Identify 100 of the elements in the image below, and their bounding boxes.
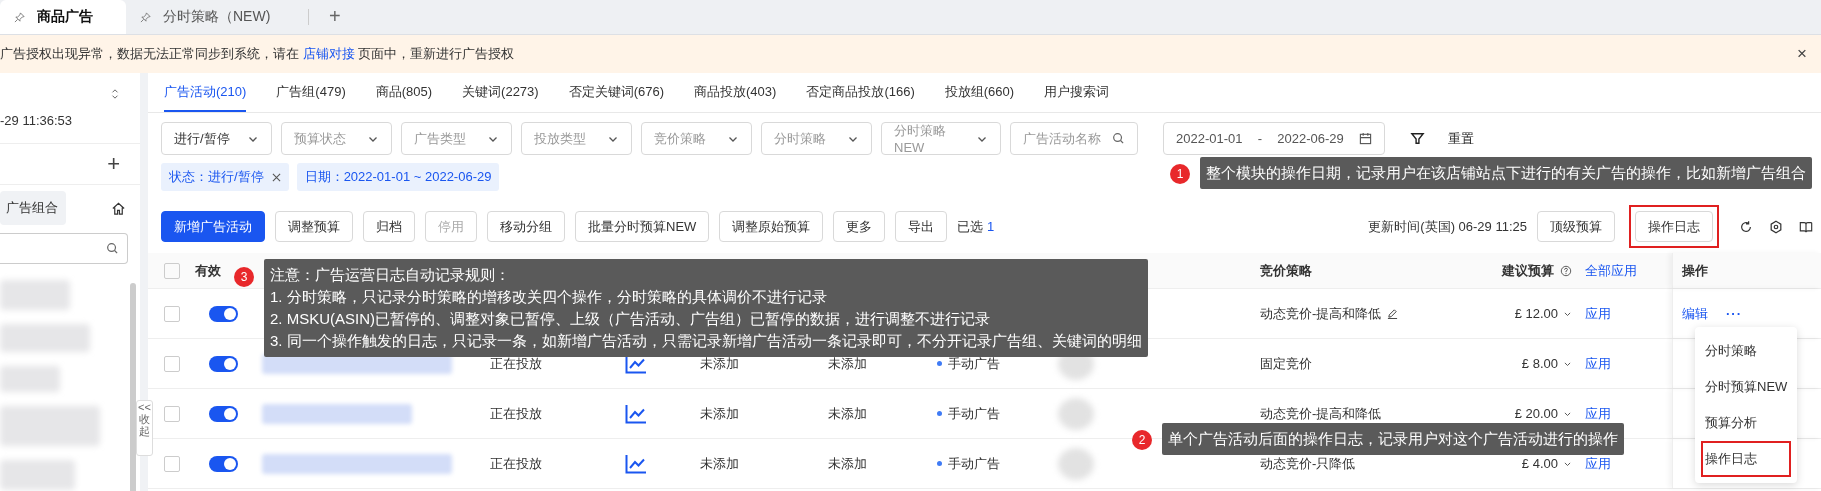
section-tab[interactable]: 商品(805)	[375, 73, 433, 112]
budget-dropdown[interactable]: £ 8.00	[1521, 356, 1572, 371]
budget-dropdown[interactable]: £ 4.00	[1521, 456, 1572, 471]
toggle-switch[interactable]	[209, 355, 238, 372]
callout-text: 单个广告活动后面的操作日志，记录用户对这个广告活动进行的操作	[1168, 429, 1618, 449]
search-icon	[106, 242, 119, 255]
toggle-switch[interactable]	[209, 455, 238, 472]
trend-chart-icon[interactable]	[625, 403, 647, 424]
toolbar-button[interactable]: 顶级预算	[1537, 211, 1615, 242]
filter-tag: 状态：进行/暂停	[161, 163, 289, 191]
page-tab[interactable]: 分时策略（NEW)	[126, 0, 308, 34]
toggle-switch[interactable]	[209, 305, 238, 322]
action-button[interactable]: 导出	[895, 211, 948, 242]
action-button[interactable]: 移动分组	[487, 211, 565, 242]
calendar-icon	[1359, 132, 1372, 145]
checkbox[interactable]	[163, 455, 180, 472]
add-button[interactable]: +	[107, 153, 120, 175]
status-text: 正在投放	[490, 354, 542, 373]
sort-icon[interactable]	[110, 87, 120, 101]
reset-button[interactable]: 重置	[1448, 129, 1474, 148]
action-button[interactable]: 归档	[363, 211, 415, 242]
table-cell: 未添加	[828, 454, 867, 473]
column-header: 操作	[1682, 261, 1708, 280]
status-dot	[937, 361, 942, 366]
table-cell: 动态竞价-只降低	[1260, 454, 1356, 473]
date-range-field[interactable]: 2022-01-01 - 2022-06-29	[1163, 122, 1385, 155]
search-icon	[1112, 132, 1125, 145]
apply-link[interactable]: 应用	[1585, 404, 1611, 423]
section-tab[interactable]: 否定商品投放(166)	[806, 73, 915, 112]
table-cell: 未添加	[700, 404, 739, 423]
menu-item[interactable]: 分时策略	[1695, 333, 1797, 369]
notice-message: 广告授权出现异常，数据无法正常同步到系统，请在 店铺对接 页面中，重新进行广告授权	[0, 45, 515, 63]
column-header: 建议预算	[1502, 261, 1554, 280]
section-tab[interactable]: 投放组(660)	[944, 73, 1015, 112]
group-tab[interactable]: 广告组合	[0, 191, 66, 225]
filter-tag: 日期：2022-01-01 ~ 2022-06-29	[296, 163, 500, 191]
number-badge: 2	[1132, 430, 1152, 450]
store-link[interactable]: 店铺对接	[302, 46, 355, 61]
apply-link[interactable]: 应用	[1585, 304, 1611, 323]
table-cell: 手动广告	[948, 454, 1000, 473]
pin-icon	[140, 11, 151, 23]
action-button[interactable]: 新增广告活动	[161, 211, 265, 242]
action-button[interactable]: 更多	[833, 211, 886, 242]
page-tab[interactable]: 商品广告	[0, 0, 126, 34]
pin-icon	[14, 11, 25, 23]
section-tab[interactable]: 广告活动(210)	[164, 73, 247, 112]
table-cell: 手动广告	[948, 404, 1000, 423]
selected-count: 已选 1	[957, 217, 995, 236]
section-tab[interactable]: 广告组(479)	[276, 73, 346, 112]
column-header: 有效	[195, 261, 221, 280]
apply-all-link[interactable]: 全部应用	[1585, 261, 1637, 280]
status-text: 正在投放	[490, 454, 542, 473]
table-cell: 动态竞价-提高和降低	[1260, 304, 1382, 323]
update-time: 更新时间(英国) 06-29 11:25	[1368, 217, 1527, 236]
table-cell: 未添加	[700, 454, 739, 473]
toolbar-button[interactable]: 操作日志	[1635, 211, 1713, 242]
filter-dropdown[interactable]: 进行/暂停	[161, 122, 272, 155]
action-button[interactable]: 批量分时预算NEW	[575, 211, 710, 242]
menu-item[interactable]: 预算分析	[1695, 405, 1797, 441]
action-button[interactable]: 调整预算	[275, 211, 353, 242]
edit-link[interactable]: 编辑	[1682, 304, 1708, 323]
table-cell: 未添加	[700, 354, 739, 373]
remove-icon[interactable]	[271, 172, 281, 182]
section-tab[interactable]: 否定关键词(676)	[568, 73, 664, 112]
blurred-placeholder	[1058, 397, 1094, 430]
blurred-placeholder	[1058, 447, 1094, 480]
checkbox[interactable]	[163, 305, 180, 322]
table-cell: 固定竞价	[1260, 354, 1312, 373]
trend-chart-icon[interactable]	[625, 453, 647, 474]
toggle-switch[interactable]	[209, 405, 238, 422]
menu-item[interactable]: 操作日志	[1701, 441, 1791, 477]
section-tab[interactable]: 商品投放(403)	[694, 73, 777, 112]
home-icon[interactable]	[111, 200, 126, 216]
callout-text: 整个模块的操作日期，记录用户在该店铺站点下进行的有关广告的操作，比如新增广告组合	[1206, 163, 1806, 183]
collapse-button[interactable]: << 收起	[136, 400, 153, 456]
budget-dropdown[interactable]: £ 20.00	[1514, 406, 1572, 421]
add-tab-button[interactable]: +	[323, 3, 347, 34]
apply-link[interactable]: 应用	[1585, 354, 1611, 373]
number-badge: 1	[1170, 164, 1190, 184]
checkbox[interactable]	[163, 355, 180, 372]
table-cell: 未添加	[828, 404, 867, 423]
search-field[interactable]	[0, 233, 128, 264]
apply-link[interactable]: 应用	[1585, 454, 1611, 473]
section-tab[interactable]: 关键词(2273)	[462, 73, 539, 112]
filter-icon[interactable]	[1410, 131, 1425, 146]
action-button[interactable]: 调整原始预算	[719, 211, 824, 242]
close-button[interactable]: ×	[1793, 44, 1811, 64]
checkbox[interactable]	[163, 405, 180, 422]
scrollbar[interactable]	[130, 283, 136, 491]
more-button[interactable]: ···	[1726, 306, 1742, 321]
menu-item[interactable]: 分时预算NEW	[1695, 369, 1797, 405]
edit-icon[interactable]	[1387, 308, 1399, 319]
book-icon[interactable]	[1799, 219, 1813, 234]
budget-dropdown[interactable]: £ 12.00	[1514, 306, 1572, 321]
checkbox[interactable]	[163, 262, 180, 279]
refresh-icon[interactable]	[1739, 219, 1753, 234]
settings-icon[interactable]	[1769, 219, 1783, 234]
status-text: 正在投放	[490, 404, 542, 423]
callout-text: 3. 同一个操作触发的日志，只记录一条，如新增广告活动，只需记录新增广告活动一条记录即可，不分开记录广告组、关键词的明细	[270, 331, 1142, 351]
section-tab[interactable]: 用户搜索词	[1044, 73, 1110, 112]
